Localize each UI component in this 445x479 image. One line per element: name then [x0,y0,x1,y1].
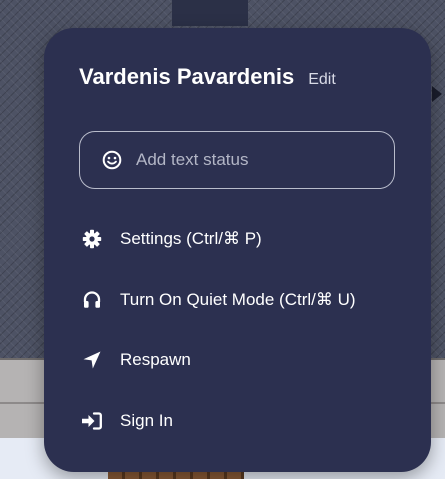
sign-in-label: Sign In [120,411,173,430]
profile-header: Vardenis Pavardenis Edit [79,64,336,90]
edit-profile-link[interactable]: Edit [308,71,336,89]
smile-icon [102,150,122,170]
gear-icon [81,228,103,250]
sign-in-menu-item[interactable]: Sign In [81,406,173,436]
sign-in-icon [81,410,103,432]
status-placeholder: Add text status [136,150,249,169]
respawn-label: Respawn [120,350,191,369]
doorway [172,0,248,26]
headphones-icon [81,289,103,311]
text-status-input[interactable]: Add text status [79,131,395,189]
location-arrow-icon [81,349,103,371]
quiet-mode-menu-item[interactable]: Turn On Quiet Mode (Ctrl/⌘ U) [81,285,356,315]
settings-label: Settings (Ctrl/⌘ P) [120,229,262,248]
respawn-menu-item[interactable]: Respawn [81,345,191,375]
username: Vardenis Pavardenis [79,64,295,89]
profile-menu: Vardenis Pavardenis Edit Add text status [44,28,431,472]
settings-menu-item[interactable]: Settings (Ctrl/⌘ P) [81,224,262,254]
quiet-mode-label: Turn On Quiet Mode (Ctrl/⌘ U) [120,290,356,309]
map-marker [432,86,442,102]
